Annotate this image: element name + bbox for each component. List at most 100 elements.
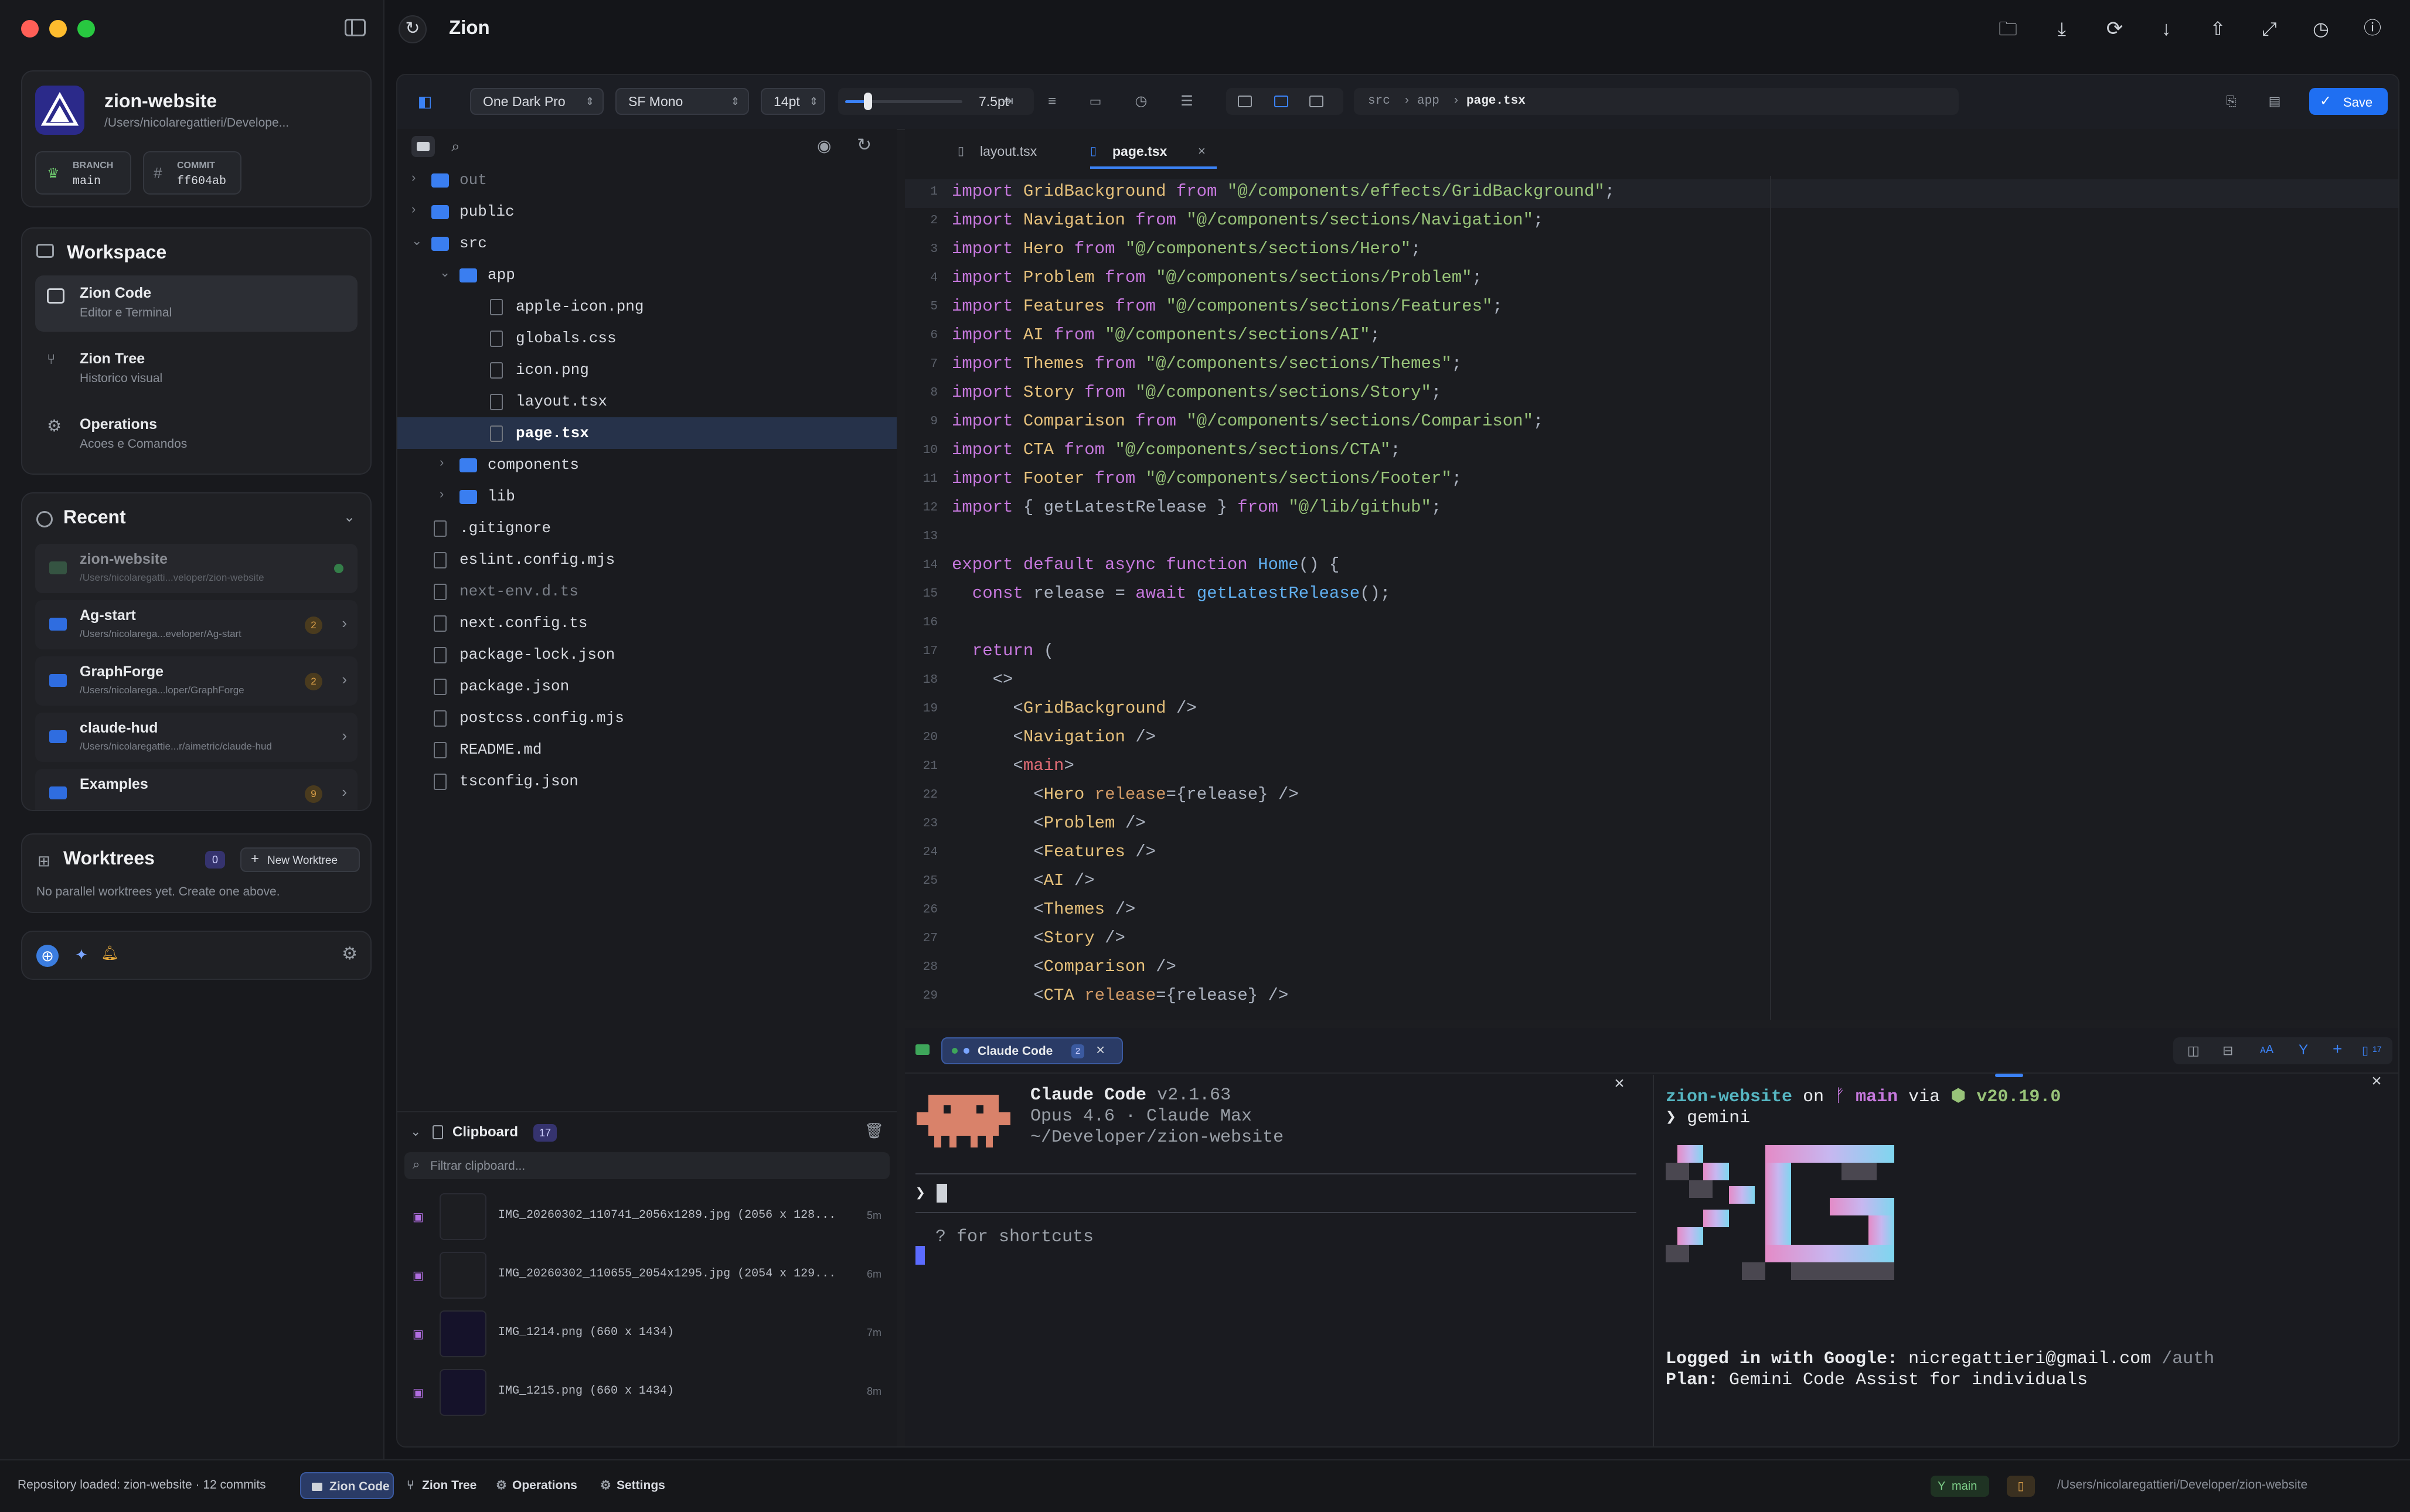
code-line[interactable]: 21 <main> — [905, 754, 2398, 782]
tree-folder[interactable]: › components — [397, 449, 897, 481]
push-icon[interactable]: ⇧ — [2204, 15, 2232, 43]
globe-icon[interactable]: ⊕ — [36, 945, 59, 967]
code-line[interactable]: 6 import AI from "@/components/sections/A… — [905, 323, 2398, 352]
search-icon[interactable]: ⌕ — [451, 137, 460, 156]
history-clock-icon[interactable]: ◷ — [2307, 15, 2335, 43]
minimize-window-button[interactable] — [49, 20, 67, 38]
status-diff-icon[interactable]: ▯ — [2007, 1476, 2035, 1497]
close-pane-icon[interactable]: × — [2371, 1072, 2382, 1092]
layout-split-icon[interactable] — [1274, 96, 1288, 107]
terminal-tab-claude[interactable]: Claude Code 2 × — [941, 1037, 1123, 1064]
sync-icon[interactable]: ⟳ — [2101, 15, 2129, 43]
code-line[interactable]: 14 export default async function Home() { — [905, 553, 2398, 581]
tab-page[interactable]: ▯ page.tsx × — [1090, 134, 1217, 169]
code-line[interactable]: 9 import Comparison from "@/components/se… — [905, 409, 2398, 438]
nav-operations[interactable]: ⚙ Operations Acoes e Comandos — [35, 407, 358, 463]
recent-item-zion-website[interactable]: zion-website /Users/nicolaregatti...velo… — [35, 544, 358, 593]
code-line[interactable]: 15 const release = await getLatestReleas… — [905, 581, 2398, 610]
status-operations-button[interactable]: ⚙ Operations — [489, 1472, 588, 1499]
font-size-stepper[interactable]: 14pt ⇕ — [761, 88, 825, 115]
new-worktree-button[interactable]: + New Worktree — [240, 847, 360, 872]
download-box-icon[interactable]: ⤓ — [2048, 15, 2076, 43]
tree-folder[interactable]: › public — [397, 196, 897, 227]
recent-item-claude-hud[interactable]: claude-hud /Users/nicolaregattie...r/aim… — [35, 713, 358, 762]
breadcrumb-app[interactable]: app — [1417, 88, 1439, 115]
tree-file[interactable]: next.config.ts — [397, 607, 897, 639]
code-line[interactable]: 22 <Hero release={release} /> — [905, 782, 2398, 811]
save-button[interactable]: ✓ Save — [2309, 88, 2388, 115]
tab-layout[interactable]: ▯ layout.tsx — [958, 134, 1075, 169]
tree-folder[interactable]: › lib — [397, 481, 897, 512]
chevron-down-icon[interactable]: ⌄ — [440, 265, 450, 280]
trash-icon[interactable]: 🗑︎ — [864, 1122, 884, 1140]
tree-file[interactable]: page.tsx — [397, 417, 897, 449]
bell-icon[interactable]: 🔔︎ — [101, 945, 118, 962]
copy-path-icon[interactable]: ⎘ — [2218, 88, 2245, 115]
tree-file[interactable]: postcss.config.mjs — [397, 702, 897, 734]
terminal-pane-claude[interactable]: Claude Code v2.1.63 Opus 4.6 · Claude Ma… — [905, 1075, 1652, 1446]
code-line[interactable]: 10 import CTA from "@/components/sections… — [905, 438, 2398, 466]
code-line[interactable]: 11 import Footer from "@/components/secti… — [905, 466, 2398, 495]
panel-toggle-icon[interactable]: ◧ — [411, 88, 438, 115]
status-settings-button[interactable]: ⚙ Settings — [593, 1472, 681, 1499]
tree-file[interactable]: icon.png — [397, 354, 897, 386]
add-terminal-icon[interactable]: + — [2333, 1040, 2342, 1058]
layout-top-icon[interactable] — [1238, 96, 1252, 107]
code-line[interactable]: 25 <AI /> — [905, 869, 2398, 897]
zoom-window-button[interactable] — [77, 20, 95, 38]
branch-pill[interactable]: ♛ BRANCH main — [35, 151, 131, 195]
tree-file[interactable]: apple-icon.png — [397, 291, 897, 322]
code-line[interactable]: 5 import Features from "@/components/sect… — [905, 294, 2398, 323]
tree-folder[interactable]: ⌄ src — [397, 227, 897, 259]
code-line[interactable]: 13 — [905, 524, 2398, 553]
tree-file[interactable]: .gitignore — [397, 512, 897, 544]
code-line[interactable]: 20 <Navigation /> — [905, 725, 2398, 754]
code-line[interactable]: 23 <Problem /> — [905, 811, 2398, 840]
chevron-down-icon[interactable]: ⌄ — [411, 233, 422, 248]
breadcrumb-src[interactable]: src — [1368, 88, 1390, 115]
nav-zion-code[interactable]: Zion Code Editor e Terminal — [35, 275, 358, 332]
code-line[interactable]: 12 import { getLatestRelease } from "@/li… — [905, 495, 2398, 524]
status-zion-tree-button[interactable]: ⑂ Zion Tree — [399, 1472, 486, 1499]
pull-icon[interactable]: ↓ — [2152, 15, 2180, 43]
sidebar-toggle-icon[interactable] — [345, 19, 366, 36]
help-icon[interactable]: ⓘ — [2358, 15, 2387, 43]
code-line[interactable]: 18 <> — [905, 668, 2398, 696]
code-line[interactable]: 19 <GridBackground /> — [905, 696, 2398, 725]
tree-folder[interactable]: ⌄ app — [397, 259, 897, 291]
breadcrumb-file[interactable]: page.tsx — [1466, 88, 1526, 115]
align-icon[interactable]: ☰ — [1173, 88, 1200, 115]
chevron-right-icon[interactable]: › — [411, 202, 416, 217]
code-line[interactable]: 26 <Themes /> — [905, 897, 2398, 926]
clipboard-filter-input[interactable]: ⌕ Filtrar clipboard... — [404, 1152, 890, 1179]
code-line[interactable]: 7 import Themes from "@/components/sectio… — [905, 352, 2398, 380]
tree-file[interactable]: tsconfig.json — [397, 765, 897, 797]
theme-select[interactable]: One Dark Pro ⇕ — [470, 88, 604, 115]
code-line[interactable]: 24 <Features /> — [905, 840, 2398, 869]
split-horizontal-icon[interactable]: ⊟ — [2222, 1043, 2233, 1058]
open-folder-icon[interactable]: 🗀 — [1994, 15, 2022, 43]
clipboard-item[interactable]: ▣ IMG_1214.png (660 x 1434) 7m — [397, 1305, 897, 1363]
close-icon[interactable]: × — [1198, 134, 1206, 169]
document-icon[interactable]: ▤ — [2261, 88, 2288, 115]
code-line[interactable]: 16 — [905, 610, 2398, 639]
reload-icon[interactable]: ↻ — [857, 135, 872, 155]
pane-divider[interactable] — [1653, 1075, 1654, 1446]
chevron-right-icon[interactable]: › — [440, 486, 444, 502]
chevron-down-icon[interactable]: ⌄ — [410, 1124, 421, 1139]
close-icon[interactable]: × — [1096, 1041, 1105, 1059]
list-icon[interactable]: ≡ — [1039, 88, 1066, 115]
sparkle-icon[interactable]: ✦ — [75, 946, 88, 964]
code-line[interactable]: 29 <CTA release={release} /> — [905, 983, 2398, 1012]
font-select[interactable]: SF Mono ⇕ — [615, 88, 749, 115]
tree-file[interactable]: package-lock.json — [397, 639, 897, 670]
expand-icon[interactable]: ⤢ — [2255, 15, 2283, 43]
tree-file[interactable]: next-env.d.ts — [397, 575, 897, 607]
terminal-pane-gemini[interactable]: zion-website on ᚠ main via ⬢ v20.19.0 ❯ … — [1655, 1072, 2398, 1446]
status-zion-code-button[interactable]: Zion Code — [300, 1472, 394, 1499]
commit-pill[interactable]: # COMMIT ff604ab — [143, 151, 241, 195]
clipboard-item[interactable]: ▣ IMG_20260302_110741_2056x1289.jpg (205… — [397, 1187, 897, 1246]
clipboard-small-icon[interactable]: ▯ — [2362, 1043, 2368, 1058]
folder-tab-icon[interactable] — [411, 136, 435, 157]
code-line[interactable]: 8 import Story from "@/components/section… — [905, 380, 2398, 409]
